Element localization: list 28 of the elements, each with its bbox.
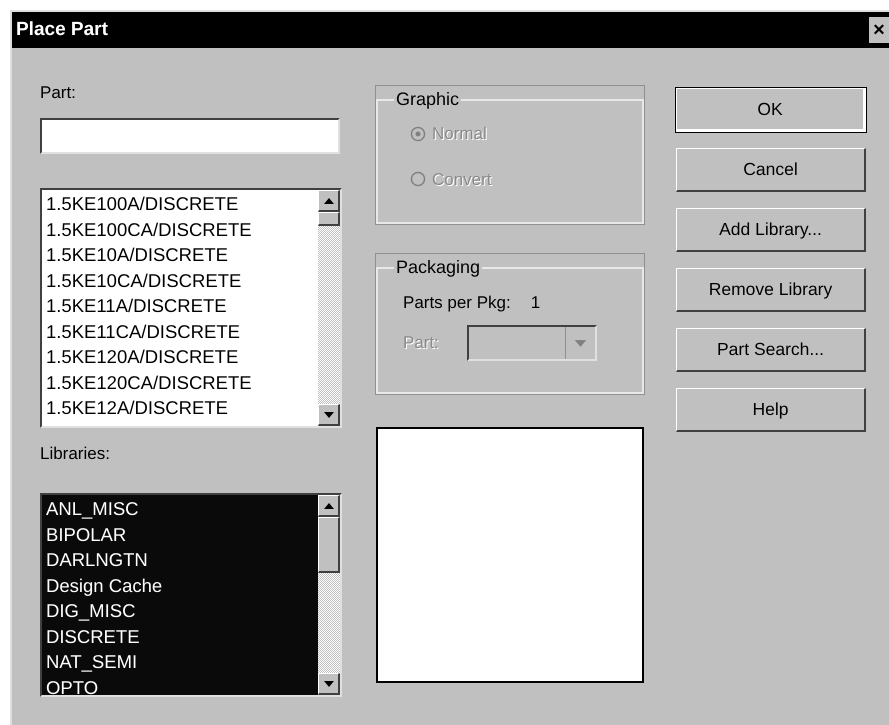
radio-label: Normal bbox=[432, 123, 487, 145]
radio-label: Convert bbox=[432, 168, 492, 190]
window-title: Place Part bbox=[16, 18, 108, 42]
scroll-up-button[interactable] bbox=[318, 190, 340, 212]
group-title: Packaging bbox=[395, 256, 482, 279]
part-input-field[interactable] bbox=[40, 118, 340, 154]
dialog-button[interactable]: Cancel bbox=[676, 148, 866, 192]
scroll-down-button[interactable] bbox=[318, 673, 340, 695]
dialog-button[interactable]: Remove Library bbox=[676, 268, 866, 312]
dialog-button[interactable]: Add Library... bbox=[676, 208, 866, 252]
part-label: Part: bbox=[40, 84, 77, 104]
part-label: Part: bbox=[403, 332, 440, 354]
group-title: Graphic bbox=[395, 88, 460, 111]
down-arrow-icon bbox=[324, 680, 334, 686]
close-button[interactable]: × bbox=[869, 17, 889, 43]
scrollbar-thumb[interactable] bbox=[318, 212, 340, 226]
down-arrow-icon bbox=[324, 412, 334, 418]
scroll-down-button[interactable] bbox=[318, 404, 340, 426]
libraries-label: Libraries: bbox=[40, 445, 111, 465]
dialog-button[interactable]: OK bbox=[676, 88, 866, 132]
up-arrow-icon bbox=[324, 198, 334, 204]
dialog-button[interactable]: Part Search... bbox=[676, 328, 866, 372]
dialog-button[interactable]: Help bbox=[676, 388, 866, 432]
up-arrow-icon bbox=[324, 502, 334, 508]
parts-per-pkg-label: Parts per Pkg: bbox=[403, 292, 511, 314]
parts-per-pkg-value: 1 bbox=[530, 292, 540, 314]
scrollbar-thumb[interactable] bbox=[318, 517, 340, 573]
scroll-up-button[interactable] bbox=[318, 495, 340, 517]
